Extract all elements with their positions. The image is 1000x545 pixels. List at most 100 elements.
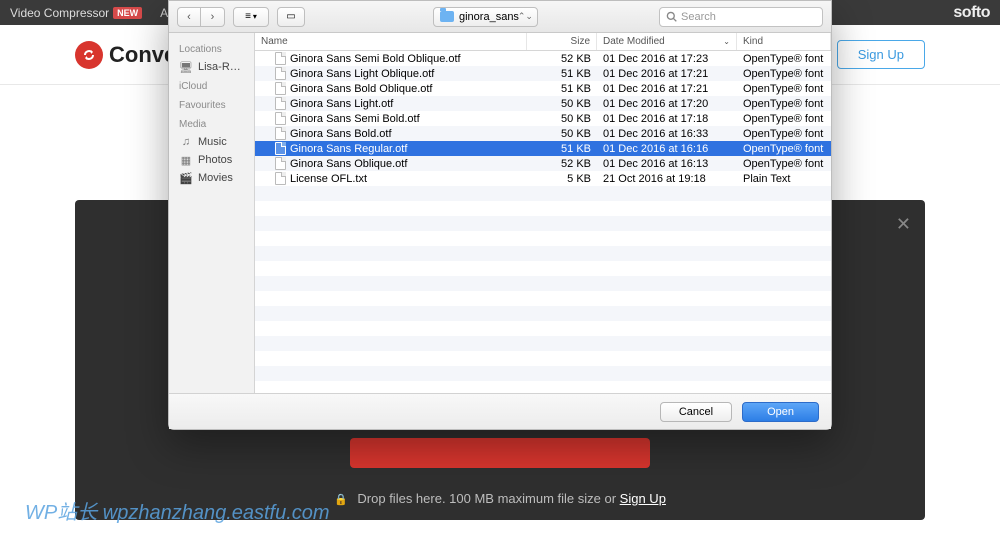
file-icon: [275, 97, 286, 110]
logo-icon: [75, 41, 103, 69]
file-row[interactable]: Ginora Sans Bold.otf 50 KB01 Dec 2016 at …: [255, 126, 831, 141]
column-header-size[interactable]: Size: [527, 33, 597, 50]
file-row[interactable]: Ginora Sans Light.otf 50 KB01 Dec 2016 at…: [255, 96, 831, 111]
file-date: 01 Dec 2016 at 17:23: [597, 53, 737, 65]
video-compressor-link[interactable]: Video Compressor NEW: [10, 6, 142, 20]
file-icon: [275, 112, 286, 125]
file-kind: OpenType® font: [737, 53, 831, 65]
file-row[interactable]: License OFL.txt 5 KB21 Oct 2016 at 19:18P…: [255, 171, 831, 186]
view-mode-button[interactable]: ≡▾: [233, 7, 269, 27]
sidebar-section-media: Media: [169, 116, 254, 133]
file-name: License OFL.txt: [290, 173, 367, 185]
file-size: 52 KB: [527, 53, 597, 65]
file-date: 01 Dec 2016 at 17:20: [597, 98, 737, 110]
sidebar-section-favourites: Favourites: [169, 97, 254, 114]
sidebar: Locations 🖥 Lisa-R… iCloud Favourites Me…: [169, 33, 255, 393]
chevron-right-icon: ›: [211, 11, 215, 23]
lock-icon: 🔒: [334, 494, 348, 506]
grid-icon: ▭: [286, 11, 295, 22]
file-icon: [275, 142, 286, 155]
file-size: 50 KB: [527, 128, 597, 140]
column-header-name[interactable]: Name: [255, 33, 527, 50]
sidebar-item-photos[interactable]: ▦ Photos: [169, 151, 254, 169]
file-size: 51 KB: [527, 143, 597, 155]
sidebar-item-label: Lisa-R…: [198, 61, 241, 73]
file-name: Ginora Sans Semi Bold Oblique.otf: [290, 53, 461, 65]
file-kind: OpenType® font: [737, 143, 831, 155]
sidebar-item-movies[interactable]: 🎬 Movies: [169, 169, 254, 187]
file-date: 01 Dec 2016 at 17:21: [597, 83, 737, 95]
path-label: ginora_sans: [459, 11, 519, 23]
file-kind: Plain Text: [737, 173, 831, 185]
dialog-footer: Cancel Open: [169, 393, 831, 429]
file-row[interactable]: Ginora Sans Semi Bold.otf 50 KB01 Dec 201…: [255, 111, 831, 126]
nav-back-button[interactable]: ‹: [177, 7, 201, 27]
dropzone[interactable]: [350, 438, 650, 468]
open-button[interactable]: Open: [742, 402, 819, 422]
list-icon: ≡: [245, 11, 251, 22]
file-row[interactable]: Ginora Sans Semi Bold Oblique.otf 52 KB01…: [255, 51, 831, 66]
watermark: WP站长 wpzhanzhang.eastfu.com: [25, 496, 330, 525]
file-size: 5 KB: [527, 173, 597, 185]
file-size: 50 KB: [527, 98, 597, 110]
sign-up-button[interactable]: Sign Up: [837, 40, 925, 69]
file-kind: OpenType® font: [737, 158, 831, 170]
dialog-body: Locations 🖥 Lisa-R… iCloud Favourites Me…: [169, 33, 831, 393]
file-size: 52 KB: [527, 158, 597, 170]
close-icon[interactable]: ✕: [896, 214, 911, 235]
brand-logo: softo: [953, 4, 990, 22]
file-name: Ginora Sans Semi Bold.otf: [290, 113, 420, 125]
sidebar-item-music[interactable]: ♫ Music: [169, 133, 254, 151]
search-placeholder: Search: [681, 11, 716, 23]
file-row[interactable]: Ginora Sans Oblique.otf52 KB01 Dec 2016 …: [255, 156, 831, 171]
music-icon: ♫: [179, 136, 193, 148]
computer-icon: 🖥: [179, 61, 193, 73]
cancel-button[interactable]: Cancel: [660, 402, 732, 422]
file-name: Ginora Sans Oblique.otf: [290, 158, 407, 170]
nav-forward-button[interactable]: ›: [201, 7, 225, 27]
file-size: 51 KB: [527, 83, 597, 95]
file-kind: OpenType® font: [737, 83, 831, 95]
file-name: Ginora Sans Bold.otf: [290, 128, 392, 140]
sidebar-item-computer[interactable]: 🖥 Lisa-R…: [169, 58, 254, 76]
sidebar-item-label: Music: [198, 136, 227, 148]
file-dialog: ‹ › ≡▾ ▭ ginora_sans ⌃⌄ Search Locations…: [168, 0, 832, 430]
drop-sign-up-link[interactable]: Sign Up: [620, 491, 666, 506]
drop-text-prefix: Drop files here. 100 MB maximum file siz…: [357, 491, 619, 506]
file-kind: OpenType® font: [737, 128, 831, 140]
file-icon: [275, 67, 286, 80]
new-badge: NEW: [113, 7, 142, 19]
file-size: 51 KB: [527, 68, 597, 80]
search-input[interactable]: Search: [659, 7, 823, 27]
file-row[interactable]: Ginora Sans Regular.otf51 KB01 Dec 2016 …: [255, 141, 831, 156]
folder-icon: [440, 11, 454, 22]
chevron-down-icon: ▾: [253, 12, 257, 21]
movies-icon: 🎬: [179, 172, 193, 184]
nav-buttons: ‹ ›: [177, 7, 225, 27]
path-dropdown[interactable]: ginora_sans ⌃⌄: [433, 7, 538, 27]
file-row[interactable]: Ginora Sans Light Oblique.otf51 KB01 Dec…: [255, 66, 831, 81]
sidebar-section-locations: Locations: [169, 41, 254, 58]
file-size: 50 KB: [527, 113, 597, 125]
file-kind: OpenType® font: [737, 68, 831, 80]
sidebar-item-label: Photos: [198, 154, 232, 166]
file-date: 01 Dec 2016 at 16:33: [597, 128, 737, 140]
sort-indicator-icon: ⌄: [723, 37, 730, 46]
column-headers: Name Size Date Modified ⌄ Kind: [255, 33, 831, 51]
file-kind: OpenType® font: [737, 113, 831, 125]
file-list[interactable]: Ginora Sans Semi Bold Oblique.otf52 KB01…: [255, 51, 831, 393]
file-icon: [275, 82, 286, 95]
group-button[interactable]: ▭: [277, 7, 305, 27]
file-icon: [275, 127, 286, 140]
sidebar-section-icloud: iCloud: [169, 78, 254, 95]
column-header-date[interactable]: Date Modified ⌄: [597, 33, 737, 50]
file-date: 01 Dec 2016 at 16:16: [597, 143, 737, 155]
file-date: 21 Oct 2016 at 19:18: [597, 173, 737, 185]
column-header-kind[interactable]: Kind: [737, 33, 831, 50]
file-icon: [275, 172, 286, 185]
sidebar-item-label: Movies: [198, 172, 233, 184]
file-row[interactable]: Ginora Sans Bold Oblique.otf51 KB01 Dec …: [255, 81, 831, 96]
file-name: Ginora Sans Light.otf: [290, 98, 393, 110]
chevron-updown-icon: ⌃⌄: [518, 11, 533, 22]
file-date: 01 Dec 2016 at 17:18: [597, 113, 737, 125]
